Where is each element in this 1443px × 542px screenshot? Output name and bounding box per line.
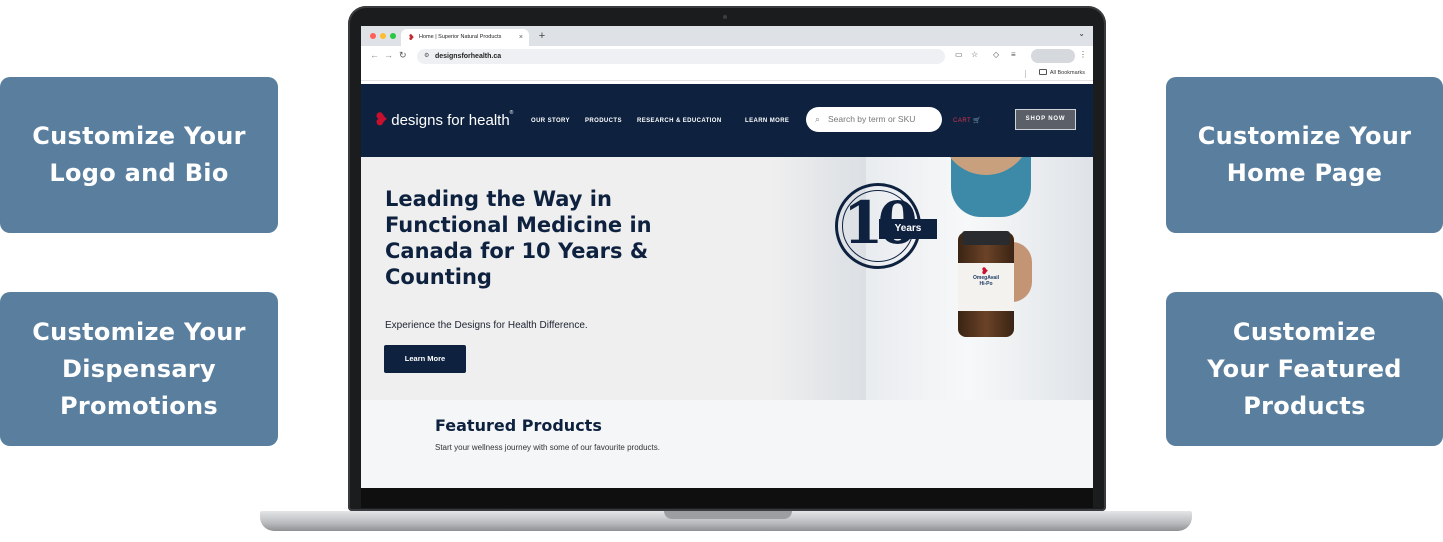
search-input[interactable]: ⌕ Search by term or SKU — [806, 107, 942, 132]
browser-window: ❥ Home | Superior Natural Products × + ⌄… — [361, 26, 1093, 488]
nav-our-story[interactable]: OUR STORY — [531, 118, 570, 124]
ten-years-badge: 10 Years — [831, 183, 941, 279]
featured-subtitle: Start your wellness journey with some of… — [435, 443, 660, 452]
bookmark-star-icon[interactable]: ☆ — [971, 50, 978, 59]
tab-close-icon[interactable]: × — [519, 29, 523, 46]
bookmarks-bar: All Bookmarks — [361, 67, 1093, 81]
bottle-label-line: Hi-Po — [979, 281, 993, 287]
logo-mark-icon: ❥ — [374, 110, 389, 129]
hero-title-line: Counting — [385, 265, 492, 289]
site-favicon-icon: ❥ — [408, 33, 415, 42]
shop-now-button[interactable]: SHOP NOW — [1015, 109, 1076, 130]
callout-featured-products: Customize Your Featured Products — [1166, 292, 1443, 446]
callout-line: Products — [1243, 391, 1366, 420]
callout-line: Logo and Bio — [49, 159, 229, 187]
callout-line: Customize Your — [1197, 122, 1412, 150]
profile-chip[interactable] — [1031, 49, 1075, 63]
hero-title-line: Functional Medicine in — [385, 213, 652, 237]
callout-line: Dispensary — [62, 354, 216, 383]
tab-strip: ❥ Home | Superior Natural Products × + ⌄ — [361, 26, 1093, 46]
address-url: designsforhealth.ca — [435, 53, 502, 60]
close-window-icon[interactable] — [370, 33, 376, 39]
nav-research-education[interactable]: RESEARCH & EDUCATION — [637, 118, 722, 124]
site-header: ❥ designs for health® OUR STORY PRODUCTS … — [361, 84, 1093, 157]
search-icon: ⌕ — [815, 114, 821, 124]
callout-dispensary-promotions: Customize Your Dispensary Promotions — [0, 292, 278, 446]
callout-line: Customize Your — [32, 122, 246, 150]
callout-line: Your Featured — [1207, 354, 1402, 383]
callout-line: Customize Your — [32, 317, 246, 346]
bottle-cap — [962, 231, 1010, 245]
search-placeholder: Search by term or SKU — [828, 114, 916, 124]
cart-label: CART — [953, 118, 972, 124]
nav-learn-more[interactable]: LEARN MORE — [745, 118, 789, 124]
address-bar[interactable]: ⚙ designsforhealth.ca — [417, 49, 945, 64]
tab-title: Home | Superior Natural Products — [419, 34, 502, 40]
tab-home[interactable]: ❥ Home | Superior Natural Products × — [401, 29, 529, 46]
cart-icon: 🛒 — [973, 118, 982, 124]
browser-menu-icon[interactable]: ⋮ — [1079, 50, 1087, 59]
bottle-logo-icon: ❥ — [981, 266, 989, 276]
site-logo[interactable]: ❥ designs for health® — [374, 110, 513, 130]
extensions-icon[interactable]: ◇ — [993, 50, 999, 59]
hero-title: Leading the Way in Functional Medicine i… — [385, 186, 745, 290]
badge-ribbon: Years — [879, 219, 937, 239]
folder-icon — [1038, 69, 1047, 75]
callout-line: Customize — [1232, 317, 1377, 346]
reading-list-icon[interactable]: ≡ — [1011, 50, 1016, 59]
all-bookmarks-label: All Bookmarks — [1049, 70, 1085, 76]
hero-subtitle: Experience the Designs for Health Differ… — [385, 320, 588, 331]
camera-icon — [723, 15, 727, 19]
logo-registered: ® — [509, 110, 514, 116]
install-app-icon[interactable]: ▭ — [955, 50, 963, 59]
learn-more-button[interactable]: Learn More — [384, 345, 466, 373]
minimize-window-icon[interactable] — [380, 33, 386, 39]
site-settings-icon[interactable]: ⚙ — [424, 49, 429, 64]
maximize-window-icon[interactable] — [390, 33, 396, 39]
callout-home-page: Customize Your Home Page — [1166, 77, 1443, 233]
new-tab-button[interactable]: + — [535, 29, 549, 43]
tab-search-icon[interactable]: ⌄ — [1078, 29, 1085, 38]
callout-logo-bio: Customize Your Logo and Bio — [0, 77, 278, 233]
forward-button[interactable]: → — [384, 50, 393, 60]
cart-link[interactable]: CART 🛒 — [953, 117, 981, 124]
callout-line: Promotions — [60, 391, 218, 420]
featured-products-section: Featured Products Start your wellness jo… — [361, 400, 1093, 488]
hero-title-line: Leading the Way in — [385, 187, 612, 211]
laptop-chin — [361, 488, 1093, 508]
reload-button[interactable]: ↻ — [399, 50, 407, 61]
bookmarks-divider — [1025, 70, 1026, 78]
logo-text: designs for health — [391, 112, 510, 129]
callout-line: Home Page — [1226, 159, 1383, 187]
all-bookmarks-button[interactable]: All Bookmarks — [1038, 69, 1085, 76]
browser-toolbar: ← → ↻ ⚙ designsforhealth.ca ▭ ☆ ◇ ≡ ⋮ — [361, 46, 1093, 67]
back-button[interactable]: ← — [370, 50, 379, 60]
featured-title: Featured Products — [435, 416, 602, 435]
laptop-notch — [664, 511, 792, 519]
hero-banner: OmegAvail Hi-Po ❥ 10 Years Leading the W… — [361, 157, 1093, 400]
nav-products[interactable]: PRODUCTS — [585, 118, 622, 124]
hero-title-line: Canada for 10 Years & — [385, 239, 649, 263]
